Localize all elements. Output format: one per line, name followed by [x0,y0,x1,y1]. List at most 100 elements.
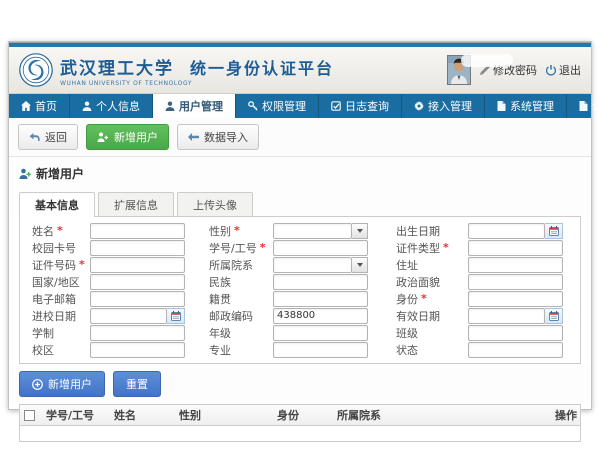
field-input-country-region[interactable] [90,274,185,290]
field-input-campus-card[interactable] [90,240,185,256]
field-input-id-number[interactable] [90,257,185,273]
university-logo-icon [19,53,53,87]
plus-circle-icon [32,379,43,390]
log-icon [331,101,341,111]
nav-item-personal-info[interactable]: 个人信息 [70,94,153,118]
field-control-entry-date [90,308,185,324]
field-label-ethnicity: 民族 [185,273,273,290]
tab-upload-avatar[interactable]: 上传头像 [177,192,253,216]
field-input-student-id[interactable] [273,240,368,256]
column-header-actions: 操作 [551,405,580,426]
field-input-ethnicity[interactable] [273,274,368,290]
power-icon [546,65,556,76]
field-control-identity [468,291,563,307]
tab-basic-info[interactable]: 基本信息 [19,192,95,217]
field-label-major: 专业 [185,341,273,358]
field-label-schooling-length: 学制 [32,324,90,341]
field-input-entry-date[interactable] [90,308,167,324]
chevron-down-icon [357,263,363,267]
field-control-campus [90,342,185,358]
field-input-schooling-length[interactable] [90,325,185,341]
field-input-political-status[interactable] [468,274,563,290]
nav-item-permission-management[interactable]: 权限管理 [236,94,319,118]
submit-button-label: 新增用户 [48,376,92,392]
required-star: * [234,224,240,237]
add-user-icon [97,132,109,142]
reset-button[interactable]: 重置 [113,371,161,397]
nav-item-system-management[interactable]: 系统管理 [485,94,567,118]
field-input-department[interactable] [273,257,352,273]
person-icon [165,101,175,111]
nav-item-access-management[interactable]: 接入管理 [402,94,485,118]
field-input-status[interactable] [468,342,563,358]
field-label-grade: 年级 [185,324,273,341]
field-input-email[interactable] [90,291,185,307]
add-user-toolbar-button[interactable]: 新增用户 [86,124,169,150]
user-form: 姓名*性别*出生日期校园卡号学号/工号*证件类型*证件号码*所属院系住址国家/地… [20,222,580,358]
field-label-id-number: 证件号码* [32,256,90,273]
field-label-native-place: 籍贯 [185,290,273,307]
field-control-class [468,325,563,341]
field-label-address: 住址 [368,256,468,273]
field-input-birth-date[interactable] [468,223,545,239]
key-icon [248,101,258,111]
back-button-label: 返回 [45,129,67,145]
field-label-email: 电子邮箱 [32,290,90,307]
column-header-gender: 性别 [175,405,273,426]
logout-link[interactable]: 退出 [546,62,581,78]
calendar-icon [549,311,559,321]
decor-cloud [461,54,513,67]
folder-icon [497,101,506,111]
gear-icon [414,101,424,111]
field-input-gender[interactable] [273,223,352,239]
field-control-id-type [468,240,563,256]
field-label-postal-code: 邮政编码 [185,307,273,324]
field-input-native-place[interactable] [273,291,368,307]
field-label-identity: 身份* [368,290,468,307]
field-control-birth-date [468,223,563,239]
field-input-address[interactable] [468,257,563,273]
field-control-valid-date [468,308,563,324]
field-input-id-type[interactable] [468,240,563,256]
folder-icon [579,101,588,111]
nav-item-home[interactable]: 首页 [9,94,70,118]
chevron-down-icon [357,229,363,233]
field-input-identity[interactable] [468,291,563,307]
select-all-checkbox[interactable] [24,410,35,421]
field-label-status: 状态 [368,341,468,358]
field-input-postal-code[interactable] [273,308,368,324]
calendar-icon [171,311,181,321]
required-star: * [260,241,266,254]
tab-extended-info[interactable]: 扩展信息 [98,192,174,216]
field-input-name[interactable] [90,223,185,239]
field-input-valid-date[interactable] [468,308,545,324]
nav-item-subscription-management[interactable]: 订阅管理 [567,94,600,118]
dropdown-button-gender[interactable] [352,223,368,239]
field-control-id-number [90,257,185,273]
field-input-grade[interactable] [273,325,368,341]
data-import-label: 数据导入 [204,129,248,145]
nav-item-label: 权限管理 [262,98,306,114]
dropdown-button-department[interactable] [352,257,368,273]
field-input-major[interactable] [273,342,368,358]
form-actions: 新增用户 重置 [9,364,591,404]
column-header-student-id: 学号/工号 [42,405,110,426]
app-header: 武汉理工大学 统一身份认证平台 WUHAN UNIVERSITY OF TECH… [9,47,591,94]
data-import-button[interactable]: 数据导入 [177,124,259,150]
back-button[interactable]: 返回 [18,124,78,150]
calendar-button-birth-date[interactable] [545,223,563,239]
import-arrow-icon [188,133,199,141]
main-nav: 首页个人信息用户管理权限管理日志查询接入管理系统管理订阅管理 [9,94,591,118]
nav-item-user-management[interactable]: 用户管理 [153,94,236,118]
field-input-class[interactable] [468,325,563,341]
calendar-button-entry-date[interactable] [167,308,185,324]
nav-item-log-query[interactable]: 日志查询 [319,94,402,118]
field-label-campus-card: 校园卡号 [32,239,90,256]
nav-item-label: 系统管理 [510,98,554,114]
field-input-campus[interactable] [90,342,185,358]
required-star: * [421,292,427,305]
calendar-button-valid-date[interactable] [545,308,563,324]
add-user-toolbar-label: 新增用户 [114,129,158,145]
submit-add-user-button[interactable]: 新增用户 [19,371,105,397]
nav-item-label: 首页 [35,98,57,114]
